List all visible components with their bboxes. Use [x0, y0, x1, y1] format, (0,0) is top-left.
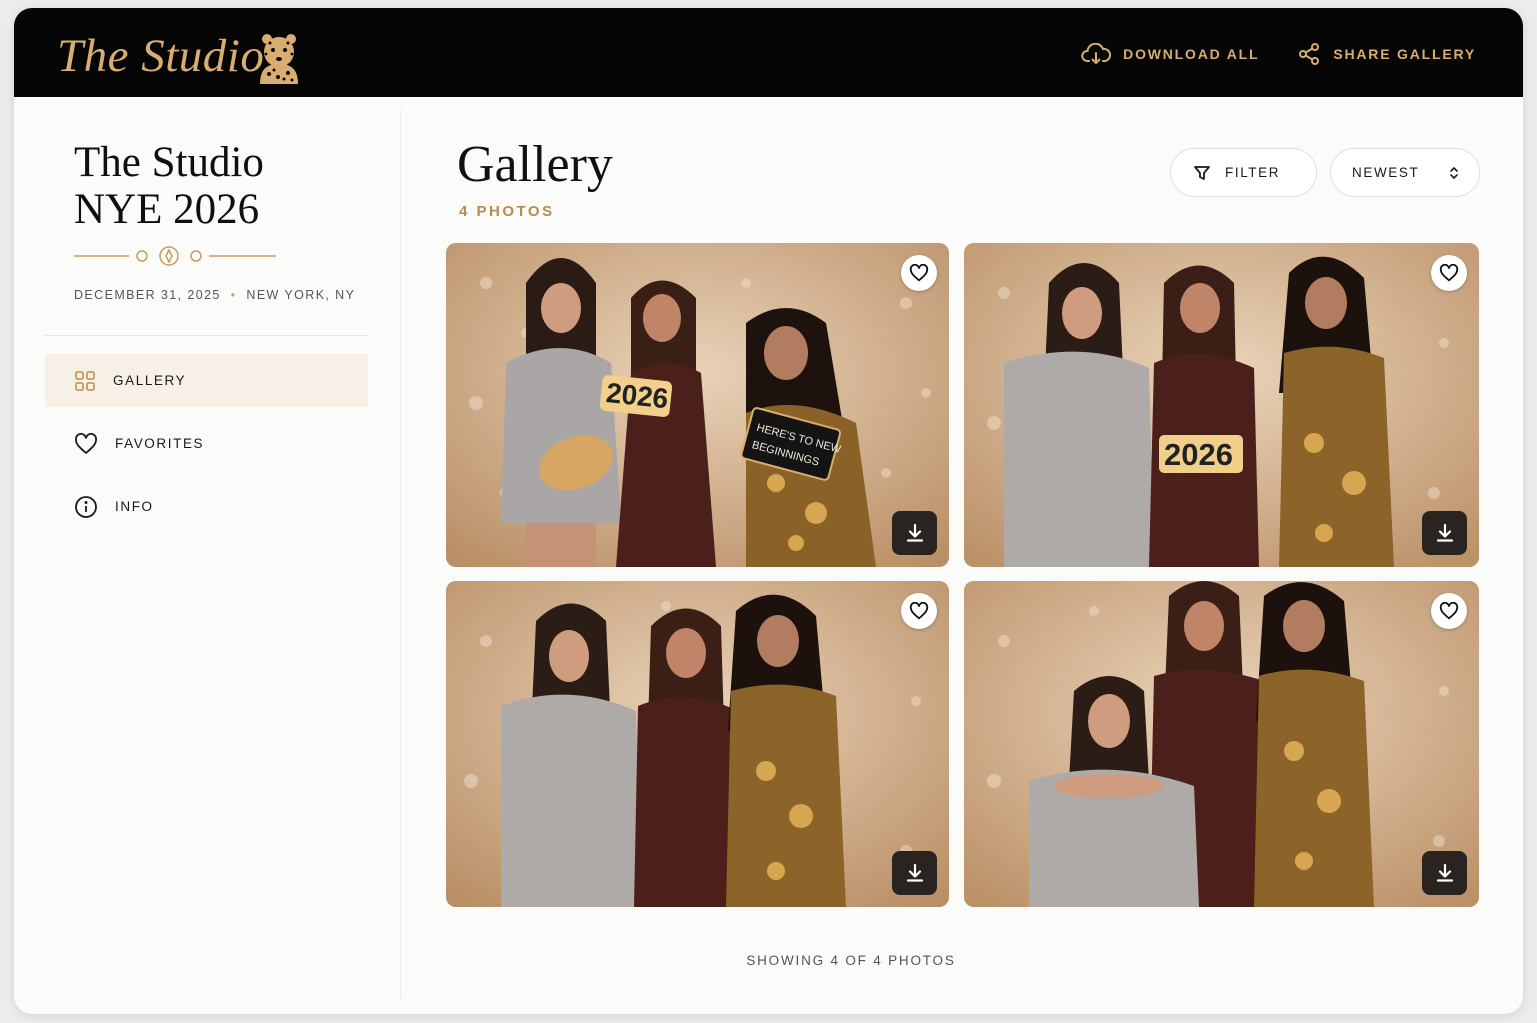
event-meta: DECEMBER 31, 2025 • NEW YORK, NY: [74, 288, 355, 302]
filter-button[interactable]: FILTER: [1170, 148, 1317, 197]
event-date: DECEMBER 31, 2025: [74, 288, 221, 302]
photo-download-button[interactable]: [1422, 851, 1467, 895]
sidebar-item-label: INFO: [115, 499, 154, 514]
sidebar: The Studio NYE 2026 DECEMBER 31, 2025 • …: [14, 109, 401, 999]
share-gallery-button[interactable]: SHARE GALLERY: [1297, 42, 1476, 66]
svg-text:2026: 2026: [605, 377, 670, 414]
share-icon: [1299, 43, 1320, 65]
download-icon: [1436, 863, 1453, 882]
event-location: NEW YORK, NY: [246, 288, 356, 302]
photo-card[interactable]: 2026: [964, 243, 1479, 567]
photo-image: 2026 HERE'S TO NEW BEGINNINGS: [446, 243, 949, 567]
download-all-label: DOWNLOAD ALL: [1123, 46, 1260, 62]
sidebar-item-label: FAVORITES: [115, 436, 205, 451]
download-icon: [906, 863, 923, 882]
photo-grid: 2026 HERE'S TO NEW BEGINNINGS 2026: [446, 243, 1479, 907]
event-title-line-2: NYE 2026: [74, 186, 260, 233]
share-gallery-label: SHARE GALLERY: [1333, 46, 1476, 62]
favorite-button[interactable]: [901, 255, 937, 291]
photo-card[interactable]: 2026 HERE'S TO NEW BEGINNINGS: [446, 243, 949, 567]
photo-image: [964, 581, 1479, 907]
main-content: Gallery 4 PHOTOS FILTER NEWEST 2026 HERE…: [401, 97, 1523, 1014]
app-window: The Studio DOWNLOAD ALL SHARE GALLERY Th…: [14, 8, 1523, 1014]
info-icon: [75, 495, 97, 518]
filter-label: FILTER: [1225, 165, 1281, 180]
grid-icon: [75, 370, 95, 391]
favorite-button[interactable]: [1431, 255, 1467, 291]
svg-text:2026: 2026: [1164, 437, 1233, 472]
leopard-icon: [260, 34, 298, 84]
gallery-controls: FILTER NEWEST: [1170, 148, 1480, 197]
brand-logo-text[interactable]: The Studio: [57, 28, 264, 84]
top-bar: The Studio DOWNLOAD ALL SHARE GALLERY: [14, 8, 1523, 97]
sidebar-nav: GALLERY FAVORITES INFO: [45, 354, 368, 543]
heart-icon: [909, 602, 929, 620]
photo-download-button[interactable]: [1422, 511, 1467, 555]
sidebar-item-gallery[interactable]: GALLERY: [45, 354, 368, 407]
photo-card[interactable]: [446, 581, 949, 907]
gallery-status: SHOWING 4 OF 4 PHOTOS: [746, 953, 956, 968]
sort-select[interactable]: NEWEST: [1330, 148, 1480, 197]
header-actions: DOWNLOAD ALL SHARE GALLERY: [1081, 42, 1476, 66]
meta-separator: •: [230, 288, 237, 302]
photo-image: [446, 581, 949, 907]
photo-download-button[interactable]: [892, 851, 937, 895]
photo-download-button[interactable]: [892, 511, 937, 555]
sidebar-item-favorites[interactable]: FAVORITES: [45, 417, 368, 470]
event-title-line-1: The Studio: [74, 139, 264, 186]
chevron-updown-icon: [1450, 166, 1458, 179]
ornament-divider: [74, 246, 276, 266]
download-icon: [1436, 523, 1453, 542]
download-icon: [906, 523, 923, 542]
sidebar-item-info[interactable]: INFO: [45, 480, 368, 533]
download-all-button[interactable]: DOWNLOAD ALL: [1081, 42, 1259, 66]
photo-count: 4 PHOTOS: [459, 203, 555, 220]
photo-image: 2026: [964, 243, 1479, 567]
favorite-button[interactable]: [1431, 593, 1467, 629]
heart-icon: [1439, 602, 1459, 620]
heart-icon: [75, 432, 97, 454]
filter-icon: [1194, 165, 1210, 180]
photo-card[interactable]: [964, 581, 1479, 907]
heart-icon: [1439, 264, 1459, 282]
sidebar-item-label: GALLERY: [113, 373, 187, 388]
page-title: Gallery: [457, 136, 613, 193]
cloud-download-icon: [1081, 43, 1112, 64]
sidebar-divider: [45, 335, 368, 336]
heart-icon: [909, 264, 929, 282]
favorite-button[interactable]: [901, 593, 937, 629]
sort-value: NEWEST: [1352, 165, 1420, 180]
event-title: The Studio NYE 2026: [74, 139, 374, 233]
